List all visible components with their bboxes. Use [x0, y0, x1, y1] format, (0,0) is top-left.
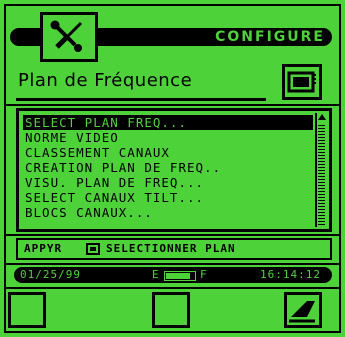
menu-item-blocs-canaux[interactable]: BLOCS CANAUX...: [23, 205, 313, 220]
erase-icon: [289, 301, 315, 323]
hint-right: SELECTIONNER PLAN: [106, 242, 236, 255]
scrollbar[interactable]: [315, 113, 327, 227]
status-date: 01/25/99: [20, 268, 81, 281]
tv-icon[interactable]: [282, 64, 322, 100]
divider: [6, 287, 339, 289]
softkey-middle-button[interactable]: [152, 292, 190, 328]
divider: [6, 234, 339, 236]
page-title: CONFIGURE: [215, 29, 325, 45]
hint-left: APPYR: [24, 242, 63, 255]
menu-item-select-canaux-tilt[interactable]: SELECT CANAUX TILT...: [23, 190, 313, 205]
divider: [6, 104, 339, 106]
subtitle: Plan de Fréquence: [18, 70, 193, 91]
enter-key-icon: [86, 243, 100, 261]
menu-item-norme-video[interactable]: NORME VIDEO: [23, 130, 313, 145]
battery-icon: [164, 270, 196, 286]
menu-item-classement-canaux[interactable]: CLASSEMENT CANAUX: [23, 145, 313, 160]
menu-list[interactable]: SELECT PLAN FREQ... NORME VIDEO CLASSEME…: [16, 108, 332, 232]
menu-item-visu-plan[interactable]: VISU. PLAN DE FREQ...: [23, 175, 313, 190]
menu-item-select-plan-freq[interactable]: SELECT PLAN FREQ...: [23, 115, 313, 130]
scroll-thumb[interactable]: [318, 123, 325, 225]
scroll-up-icon[interactable]: [318, 113, 326, 121]
softkey-left-button[interactable]: [8, 292, 46, 328]
menu-item-creation-plan[interactable]: CREATION PLAN DE FREQ..: [23, 160, 313, 175]
battery-empty-label: E: [152, 268, 160, 281]
status-bar: 01/25/99 E F 16:14:12: [14, 267, 332, 283]
softkey-right-button[interactable]: [284, 292, 322, 328]
divider: [6, 263, 339, 265]
battery-full-label: F: [200, 268, 208, 281]
subtitle-underline: [16, 98, 266, 101]
hint-bar: APPYR SELECTIONNER PLAN: [16, 238, 332, 260]
tools-icon[interactable]: [40, 12, 98, 62]
status-time: 16:14:12: [260, 268, 321, 281]
